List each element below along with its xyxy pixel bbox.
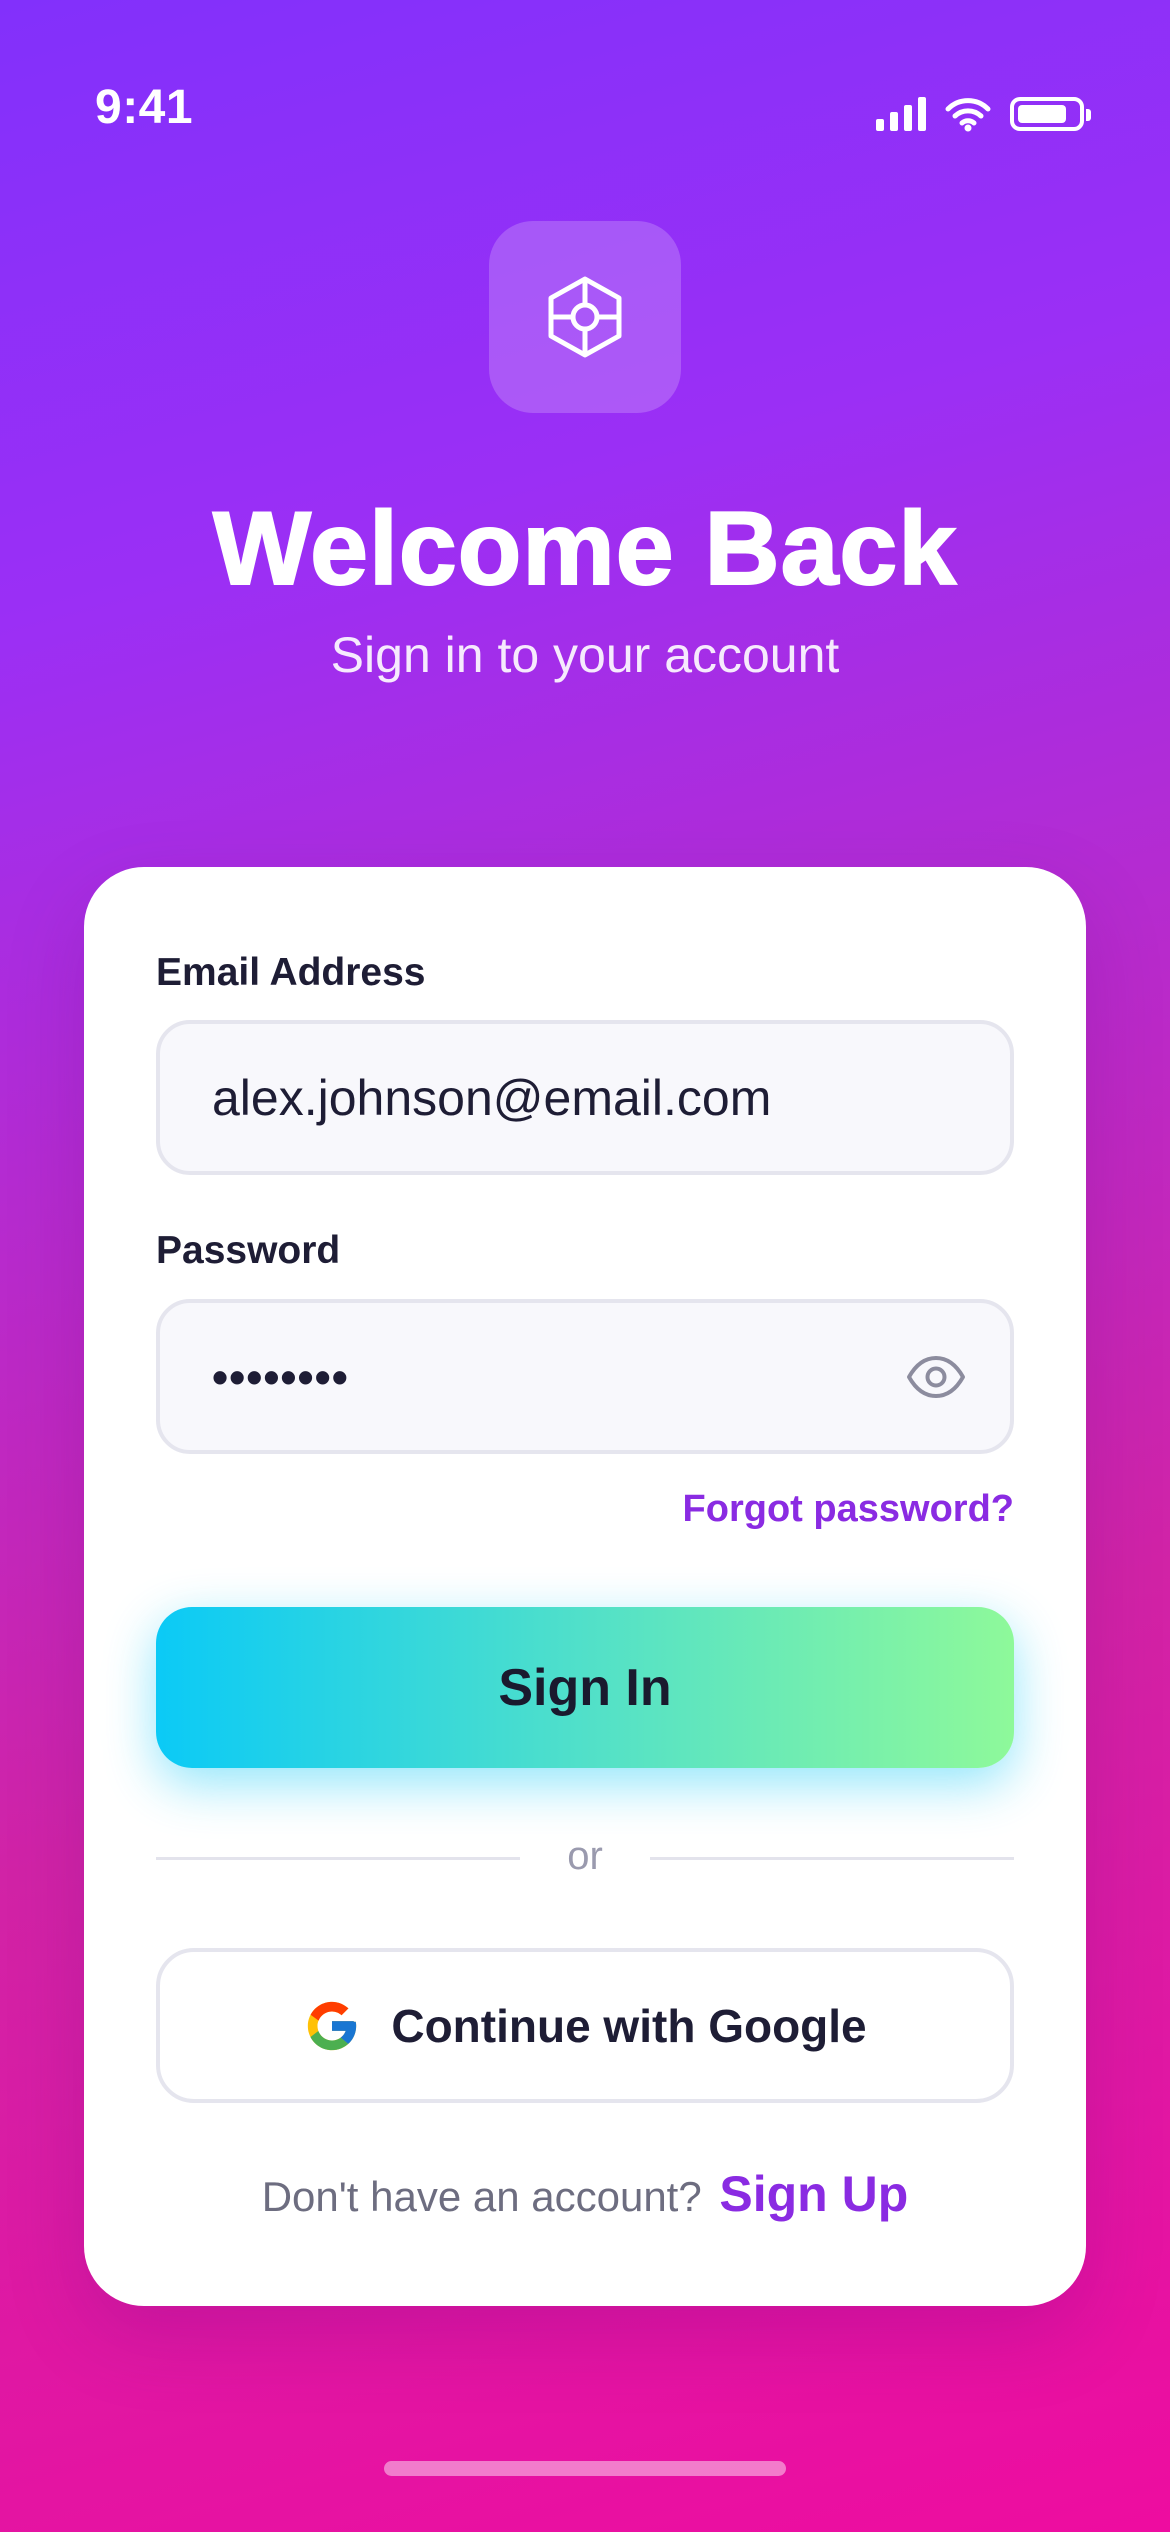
login-card: Email Address alex.johnson@email.com Pas… bbox=[84, 867, 1086, 2306]
battery-icon bbox=[1010, 97, 1091, 131]
hexagon-crosshair-icon bbox=[548, 276, 622, 358]
sign-in-label: Sign In bbox=[498, 1658, 672, 1717]
status-icons bbox=[876, 96, 1091, 132]
google-icon bbox=[308, 2001, 357, 2050]
wifi-icon bbox=[945, 98, 991, 132]
email-value: alex.johnson@email.com bbox=[212, 1069, 772, 1126]
eye-icon[interactable] bbox=[906, 1353, 966, 1401]
signup-prompt: Don't have an account? bbox=[261, 2173, 702, 2220]
page-title: Welcome Back bbox=[212, 490, 958, 608]
signal-icon bbox=[876, 97, 926, 131]
sign-up-link[interactable]: Sign Up bbox=[719, 2166, 908, 2222]
google-button-label: Continue with Google bbox=[391, 1999, 867, 2052]
signup-row: Don't have an account? Sign Up bbox=[84, 2165, 1086, 2223]
password-value: •••••••• bbox=[212, 1350, 349, 1403]
email-label: Email Address bbox=[156, 951, 426, 994]
password-field[interactable]: •••••••• bbox=[156, 1299, 1014, 1454]
sign-in-button[interactable]: Sign In bbox=[156, 1607, 1014, 1768]
status-time: 9:41 bbox=[95, 81, 194, 134]
page-subtitle: Sign in to your account bbox=[330, 627, 840, 683]
email-field[interactable]: alex.johnson@email.com bbox=[156, 1020, 1014, 1175]
divider-line-right bbox=[650, 1857, 1014, 1860]
app-logo bbox=[489, 221, 681, 413]
password-label: Password bbox=[156, 1229, 341, 1272]
google-sign-in-button[interactable]: Continue with Google bbox=[156, 1948, 1014, 2103]
home-indicator[interactable] bbox=[384, 2461, 786, 2476]
forgot-password-link[interactable]: Forgot password? bbox=[683, 1488, 1014, 1531]
